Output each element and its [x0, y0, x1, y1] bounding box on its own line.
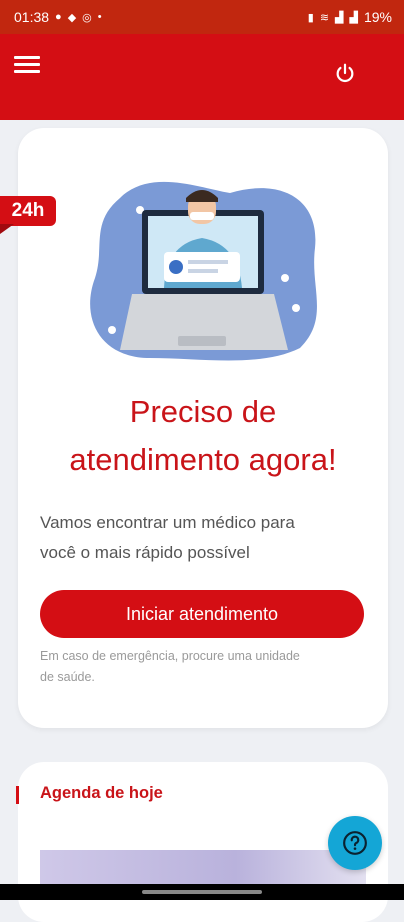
page-title: Preciso de atendimento agora!	[18, 388, 388, 484]
emergency-note: Em caso de emergência, procure uma unida…	[40, 646, 370, 688]
power-icon[interactable]	[334, 62, 356, 84]
wifi-icon: ≋	[319, 11, 330, 24]
app-icon: ◆	[67, 11, 77, 24]
dot-icon: •	[97, 11, 102, 23]
status-bar: 01:38 ● ◆ ◎ • ▮ ≋ ▟ ▟ 19%	[0, 0, 404, 34]
doctor-laptop-illustration	[90, 181, 317, 361]
badge-tail	[0, 224, 14, 234]
title-line-2: atendimento agora!	[69, 442, 337, 477]
battery-percent: 19%	[363, 9, 392, 25]
subtitle-line-2: você o mais rápido possível	[40, 543, 250, 562]
status-left: 01:38 ● ◆ ◎ •	[14, 9, 102, 25]
title-line-1: Preciso de	[129, 394, 277, 429]
note-line-2: de saúde.	[40, 670, 95, 684]
agenda-title: Agenda de hoje	[40, 784, 163, 802]
question-icon	[343, 831, 367, 855]
subtitle: Vamos encontrar um médico para você o ma…	[40, 508, 370, 568]
home-gesture-handle[interactable]	[142, 890, 262, 894]
battery-saver-icon: ▮	[307, 11, 314, 24]
subtitle-line-1: Vamos encontrar um médico para	[40, 513, 295, 532]
signal-icon: ▟	[349, 11, 358, 24]
menu-icon[interactable]	[14, 56, 40, 78]
notification-dot-icon: ●	[55, 11, 62, 23]
app-bar	[0, 34, 404, 120]
badge-24h: 24h	[0, 196, 56, 226]
signal-icon: ▟	[335, 11, 344, 24]
start-consultation-button[interactable]: Iniciar atendimento	[40, 590, 364, 638]
note-line-1: Em caso de emergência, procure uma unida…	[40, 649, 300, 663]
help-button[interactable]	[328, 816, 382, 870]
status-time: 01:38	[14, 9, 50, 25]
status-right: ▮ ≋ ▟ ▟ 19%	[308, 9, 392, 25]
chat-icon: ◎	[82, 11, 92, 24]
agenda-accent-bar	[16, 786, 19, 804]
agenda-image	[40, 850, 366, 886]
